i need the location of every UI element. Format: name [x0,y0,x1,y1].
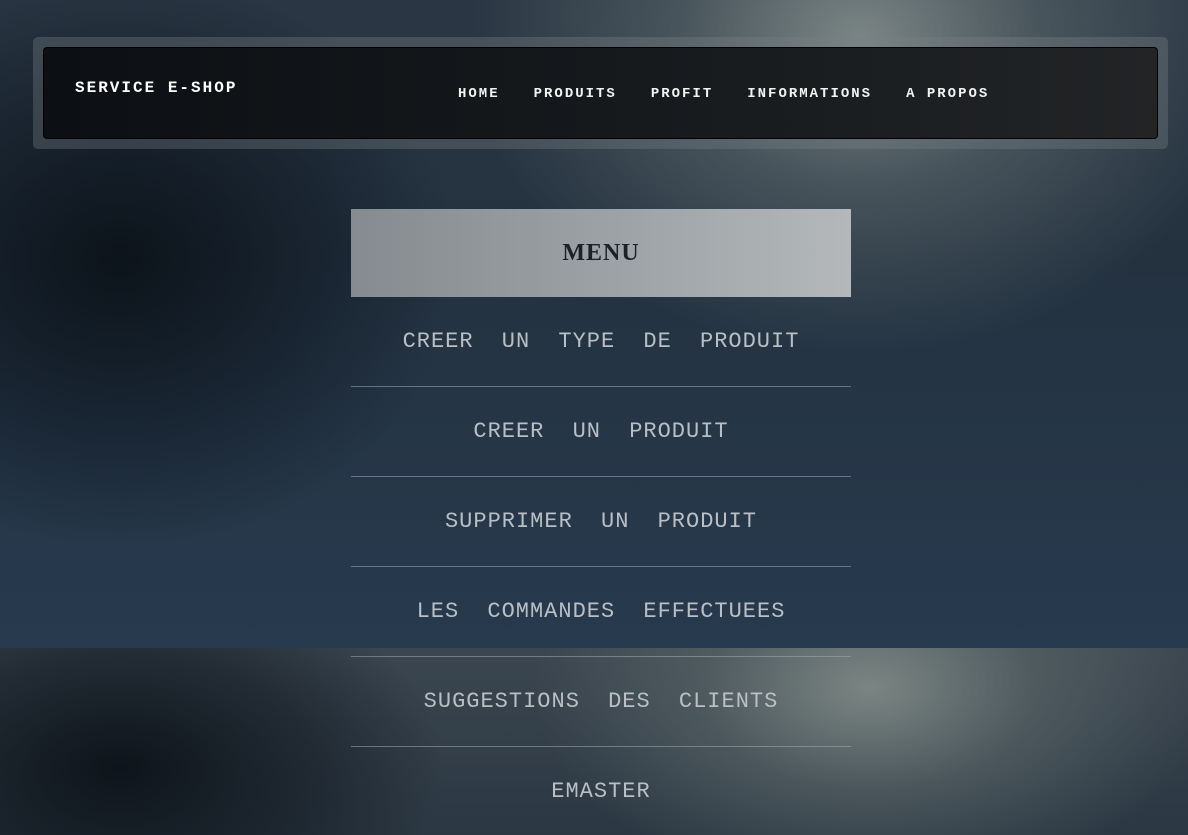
menu-item-label: EMASTER [551,779,651,804]
menu-item-creer-type-produit[interactable]: CREER UN TYPE DE PRODUIT [351,297,851,387]
menu-item-label: CREER UN TYPE DE PRODUIT [402,329,800,354]
menu-item-label: LES COMMANDES EFFECTUEES [416,599,786,624]
navbar: SERVICE E-SHOP HOME PRODUITS PROFIT INFO… [43,47,1158,139]
menu-item-creer-produit[interactable]: CREER UN PRODUIT [351,387,851,477]
menu-item-supprimer-produit[interactable]: SUPPRIMER UN PRODUIT [351,477,851,567]
nav-link-home[interactable]: HOME [458,86,500,102]
menu-item-suggestions-clients[interactable]: SUGGESTIONS DES CLIENTS [351,657,851,747]
menu-item-label: SUPPRIMER UN PRODUIT [444,509,758,534]
menu-item-label: CREER UN PRODUIT [473,419,729,444]
menu-header: MENU [351,209,851,297]
menu-item-commandes-effectuees[interactable]: LES COMMANDES EFFECTUEES [351,567,851,657]
admin-menu: MENU CREER UN TYPE DE PRODUIT CREER UN P… [351,209,851,835]
menu-item-emaster[interactable]: EMASTER [351,747,851,835]
nav-links: HOME PRODUITS PROFIT INFORMATIONS A PROP… [44,86,1159,102]
nav-link-informations[interactable]: INFORMATIONS [747,86,872,102]
nav-link-a-propos[interactable]: A PROPOS [906,86,989,102]
nav-link-profit[interactable]: PROFIT [651,86,713,102]
menu-title: MENU [562,239,640,266]
nav-link-produits[interactable]: PRODUITS [534,86,617,102]
menu-item-label: SUGGESTIONS DES CLIENTS [423,689,779,714]
